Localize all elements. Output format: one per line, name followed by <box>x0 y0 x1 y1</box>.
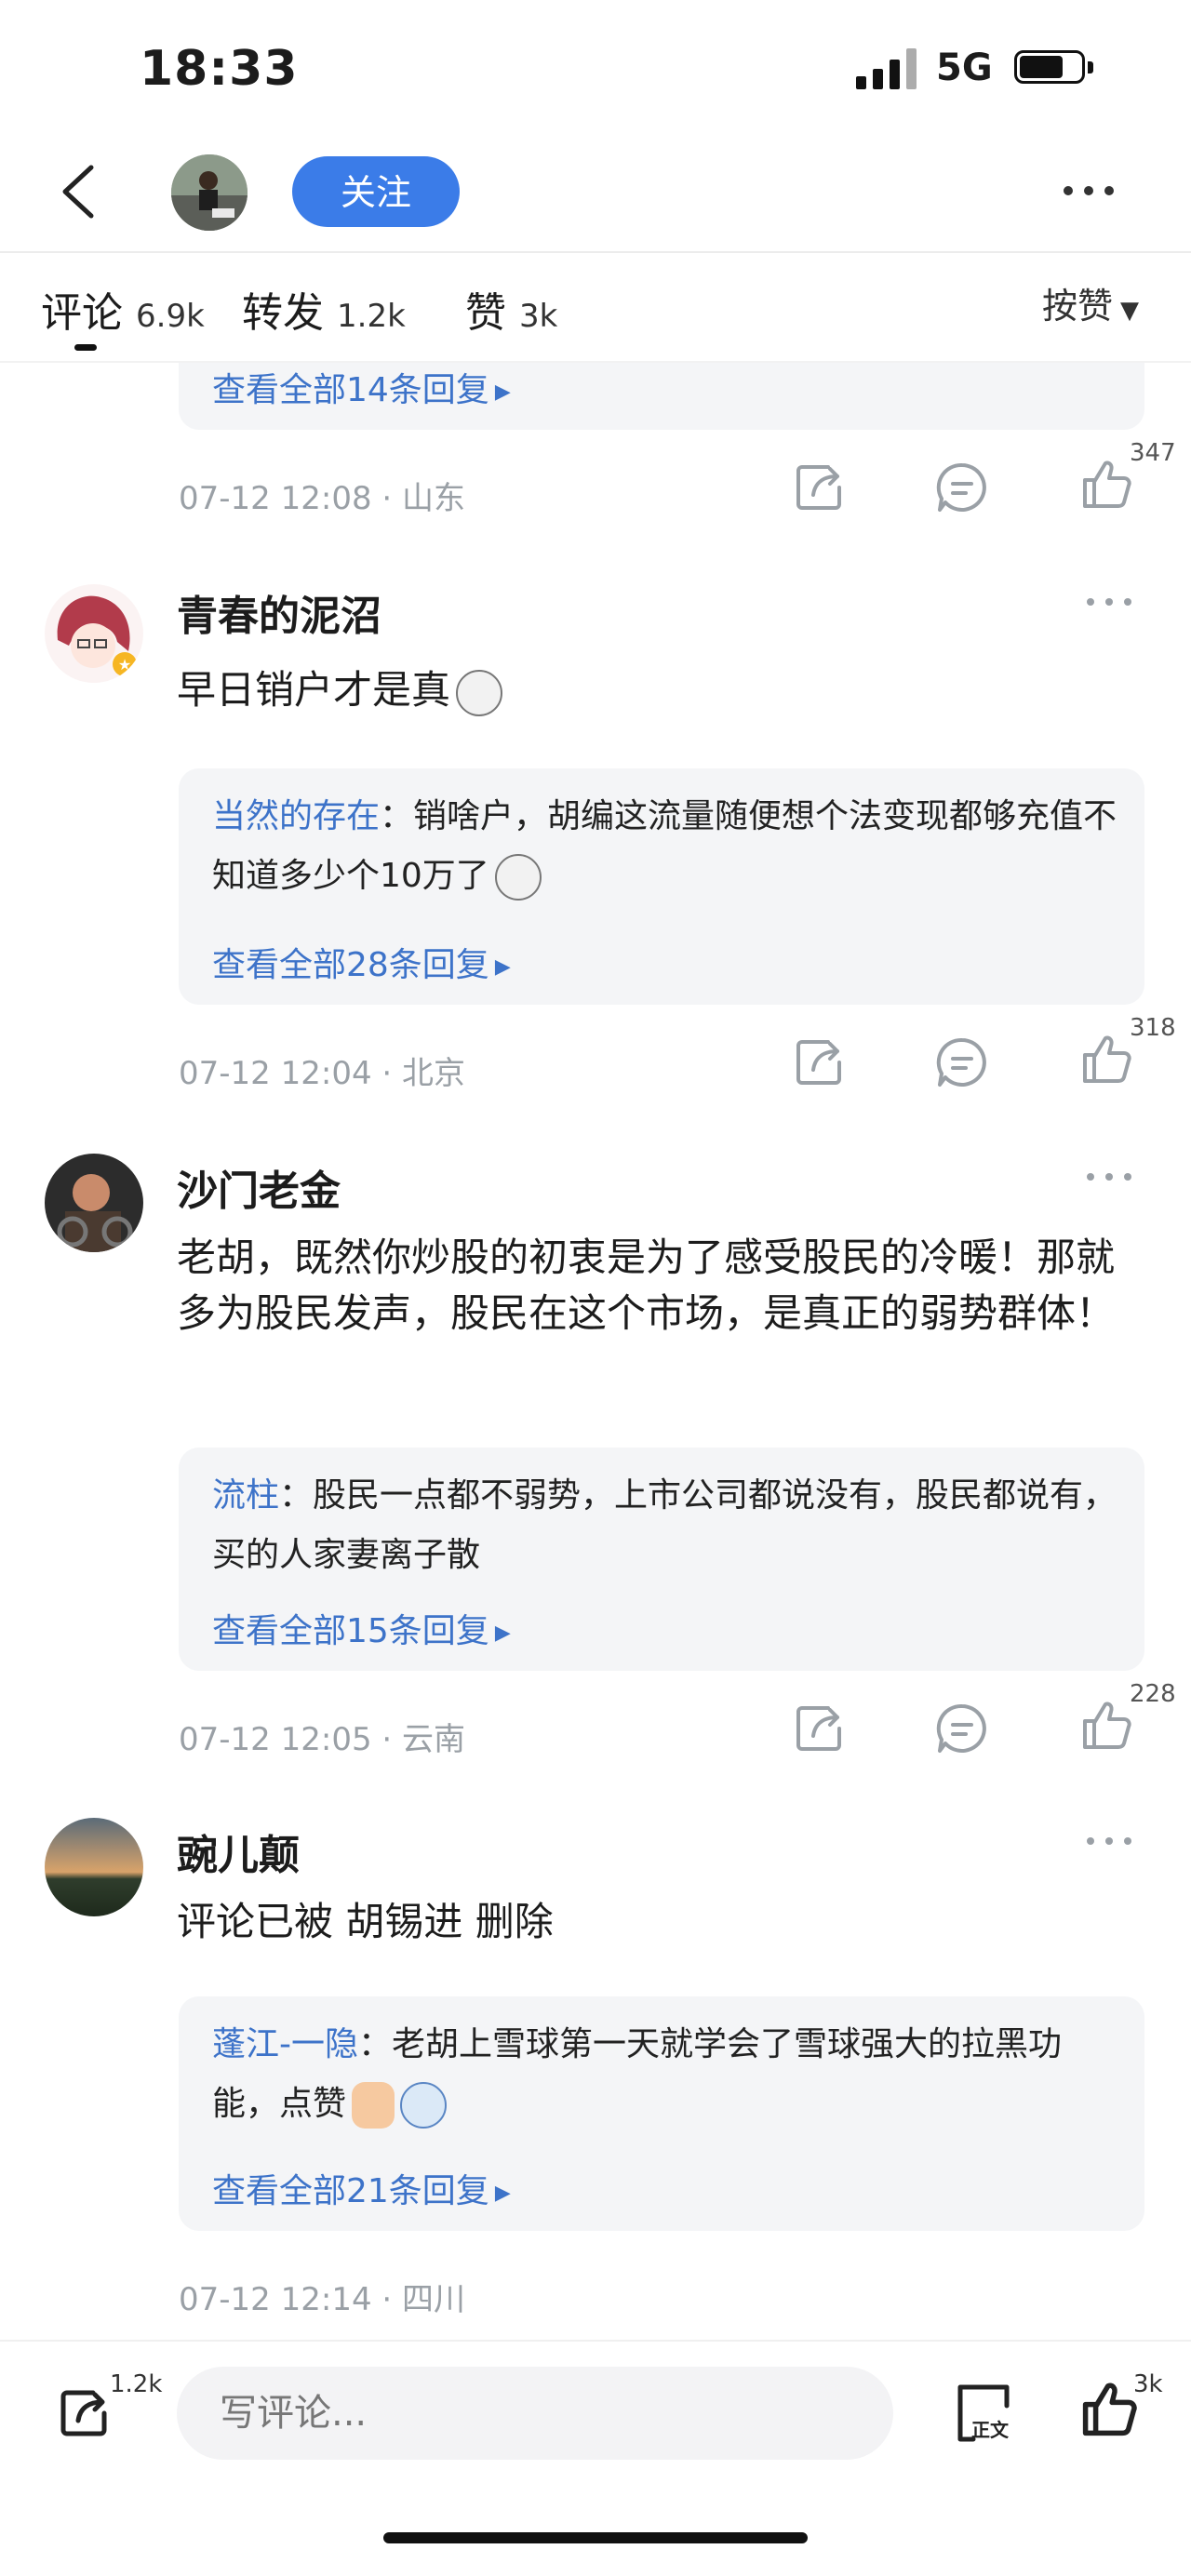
reply-user[interactable]: 蓬江-一隐 <box>212 2025 358 2063</box>
reply-preview[interactable]: 查看全部14条回复 ▶ <box>179 363 1144 430</box>
doubtful-face-emoji <box>456 669 503 716</box>
tab-label: 评论 <box>41 289 123 337</box>
reply-body: ：股民一点都不弱势，上市公司都说没有，股民都说有，买的人家妻离子散 <box>212 1476 1117 1574</box>
thumb-up-icon[interactable] <box>1079 1031 1135 1087</box>
reply-user[interactable]: 当然的存在 <box>212 797 380 835</box>
triangle-right-icon: ▶ <box>494 954 511 979</box>
thumb-up-icon[interactable] <box>1079 2378 1141 2439</box>
nav-divider <box>0 251 1191 253</box>
tab-active-indicator <box>74 344 97 351</box>
status-time: 18:33 <box>140 41 299 97</box>
view-all-label: 查看全部14条回复 <box>212 371 489 409</box>
more-dots-icon[interactable] <box>1087 592 1135 610</box>
reply-user[interactable]: 流柱 <box>212 1476 279 1515</box>
comment-text: 评论已被 胡锡进 删除 <box>177 1899 554 1944</box>
triangle-right-icon: ▶ <box>494 2181 511 2205</box>
thumb-up-icon[interactable] <box>1079 456 1135 512</box>
home-indicator <box>383 2532 808 2543</box>
sort-dropdown[interactable]: 按赞 ▼ <box>1042 277 1139 328</box>
thinking-face-emoji <box>494 854 542 901</box>
comment-meta: 07-12 12:08 · 山东 <box>179 480 466 517</box>
view-all-replies-link[interactable]: 查看全部21条回复 ▶ <box>212 2164 511 2212</box>
reply-content: 蓬江-一隐：老胡上雪球第一天就学会了雪球强大的拉黑功能，点赞 <box>212 2015 1124 2134</box>
more-dots-icon[interactable] <box>1087 1831 1135 1849</box>
tab-label: 赞 <box>465 289 506 337</box>
comment-meta: 07-12 12:14 · 四川 <box>179 2281 466 2318</box>
avatar[interactable] <box>45 1818 143 1916</box>
comment-text: 老胡，既然你炒股的初衷是为了感受股民的冷暖！那就多为股民发声，股民在这个市场，是… <box>177 1235 1116 1336</box>
like-count: 3k <box>1133 2370 1163 2398</box>
share-icon[interactable] <box>56 2385 112 2441</box>
share-icon[interactable] <box>791 1034 847 1090</box>
comment-author[interactable]: 沙门老金 <box>177 1157 341 1217</box>
comment-icon[interactable] <box>934 460 990 515</box>
comment-meta: 07-12 12:04 · 北京 <box>179 1055 466 1092</box>
reply-preview[interactable]: 蓬江-一隐：老胡上雪球第一天就学会了雪球强大的拉黑功能，点赞 查看全部21条回复… <box>179 1996 1144 2231</box>
comment-text: 早日销户才是真 <box>177 662 1191 718</box>
avatar[interactable] <box>45 1154 143 1252</box>
reply-preview[interactable]: 当然的存在：销啥户，胡编这流量随便想个法变现都够充值不知道多少个10万了 查看全… <box>179 768 1144 1005</box>
sort-label: 按赞 <box>1042 286 1114 327</box>
reply-preview[interactable]: 流柱：股民一点都不弱势，上市公司都说没有，股民都说有，买的人家妻离子散 查看全部… <box>179 1448 1144 1671</box>
view-all-replies-link[interactable]: 查看全部15条回复 ▶ <box>212 1604 511 1652</box>
view-all-replies-link[interactable]: 查看全部28条回复 ▶ <box>212 938 511 986</box>
triangle-right-icon: ▶ <box>494 380 511 404</box>
tab-count: 6.9k <box>136 298 205 335</box>
comment-input[interactable] <box>177 2367 893 2460</box>
share-icon[interactable] <box>791 1701 847 1756</box>
network-type: 5G <box>936 47 993 89</box>
view-all-label: 查看全部21条回复 <box>212 2172 489 2210</box>
like-count: 347 <box>1130 439 1176 467</box>
thumbs-up-emoji <box>352 2082 395 2129</box>
comment-body: 早日销户才是真 <box>177 667 451 713</box>
more-dots-icon[interactable] <box>1061 177 1117 205</box>
reply-content: 当然的存在：销啥户，胡编这流量随便想个法变现都够充值不知道多少个10万了 <box>212 787 1124 906</box>
avatar[interactable]: ★ <box>45 584 143 683</box>
share-icon[interactable] <box>791 460 847 515</box>
signal-icon <box>856 47 917 89</box>
tab-comments[interactable]: 评论 6.9k <box>41 279 205 339</box>
comment-meta: 07-12 12:05 · 云南 <box>179 1721 466 1758</box>
caret-down-icon: ▼ <box>1120 297 1140 325</box>
tab-label: 转发 <box>242 289 324 337</box>
chevron-left-icon[interactable] <box>56 164 102 220</box>
like-count: 228 <box>1130 1680 1176 1708</box>
tab-count: 3k <box>519 298 558 335</box>
view-all-label: 查看全部28条回复 <box>212 946 489 984</box>
article-badge: 正文 <box>971 2419 1009 2441</box>
battery-icon <box>1014 50 1096 87</box>
tab-count: 1.2k <box>337 298 406 335</box>
laughing-face-emoji <box>400 2082 448 2129</box>
comment-icon[interactable] <box>934 1701 990 1756</box>
comment-icon[interactable] <box>934 1034 990 1090</box>
tab-likes[interactable]: 赞 3k <box>465 279 557 339</box>
view-all-replies-link[interactable]: 查看全部14条回复 ▶ <box>212 363 511 411</box>
author-avatar[interactable] <box>171 154 248 231</box>
reply-content: 流柱：股民一点都不弱势，上市公司都说没有，股民都说有，买的人家妻离子散 <box>212 1466 1124 1585</box>
share-count: 1.2k <box>110 2370 163 2398</box>
follow-button[interactable]: 关注 <box>292 156 460 227</box>
thumb-up-icon[interactable] <box>1079 1697 1135 1753</box>
view-all-label: 查看全部15条回复 <box>212 1612 489 1650</box>
triangle-right-icon: ▶ <box>494 1621 511 1645</box>
comment-author[interactable]: 豌儿颠 <box>177 1822 300 1881</box>
like-count: 318 <box>1130 1014 1176 1042</box>
svg-text:★: ★ <box>118 656 131 674</box>
more-dots-icon[interactable] <box>1087 1167 1135 1185</box>
tab-reposts[interactable]: 转发 1.2k <box>242 279 406 339</box>
comment-author[interactable]: 青春的泥沼 <box>177 582 381 642</box>
